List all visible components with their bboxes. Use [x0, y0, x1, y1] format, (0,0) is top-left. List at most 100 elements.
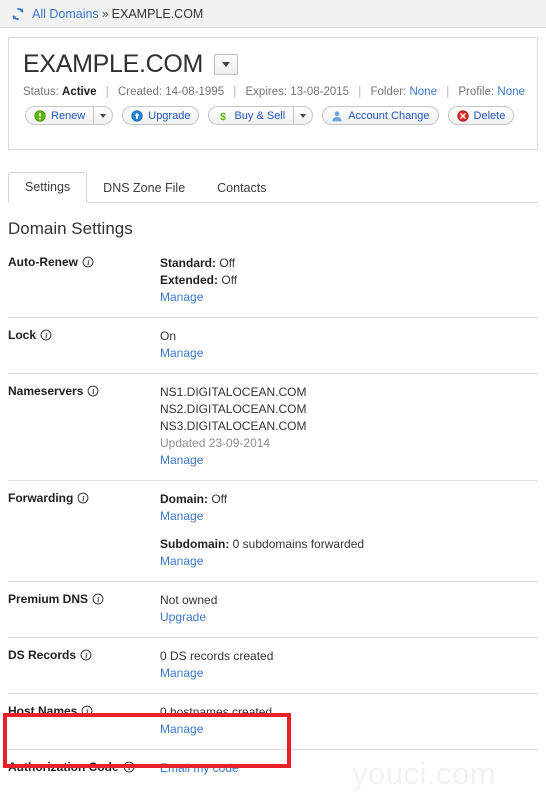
info-circle-icon[interactable]: i: [81, 705, 93, 717]
svg-text:i: i: [85, 651, 88, 660]
folder-value-link[interactable]: None: [409, 86, 437, 98]
ds-records-value: 0 DS records created: [160, 649, 274, 663]
row-premium-dns-label: Premium DNS: [8, 592, 89, 606]
status-badge: Active: [62, 86, 97, 98]
auto-renew-extended: Extended: Off: [160, 272, 538, 289]
row-nameservers-label: Nameservers: [8, 384, 84, 398]
svg-text:i: i: [97, 595, 100, 604]
row-ds-records-value-cell: 0 DS records created Manage: [160, 648, 538, 682]
buy-sell-dropdown-button[interactable]: [293, 106, 314, 125]
svg-text:i: i: [83, 494, 86, 503]
domain-action-buttons: Renew Upgrade $ Buy & Sell Account Chang…: [9, 98, 537, 125]
row-auto-renew-label-cell: Auto-Renew i: [8, 255, 160, 306]
premium-dns-value: Not owned: [160, 593, 218, 607]
row-forwarding-label: Forwarding: [8, 491, 74, 505]
row-ds-records-label: DS Records: [8, 648, 77, 662]
row-premium-dns: Premium DNS i Not owned Upgrade: [8, 582, 538, 638]
folder-label: Folder:: [370, 86, 407, 98]
created-value: 14-08-1995: [165, 86, 225, 98]
forwarding-spacer: [160, 525, 538, 536]
forwarding-domain-manage-link[interactable]: Manage: [160, 508, 538, 525]
row-forwarding-label-cell: Forwarding i: [8, 491, 160, 570]
renew-dropdown-button[interactable]: [93, 106, 114, 125]
row-forwarding: Forwarding i Domain: Off Manage Subdomai…: [8, 481, 538, 582]
row-authorization-code-label: Authorization Code: [8, 760, 119, 774]
breadcrumb: All Domains » EXAMPLE.COM: [0, 0, 546, 28]
section-title: Domain Settings: [8, 219, 133, 238]
delete-button-label: Delete: [473, 109, 506, 122]
buy-sell-button[interactable]: $ Buy & Sell: [208, 106, 294, 125]
row-nameservers: Nameservers i NS1.DIGITALOCEAN.COM NS2.D…: [8, 374, 538, 481]
info-circle-icon[interactable]: i: [40, 329, 52, 341]
tab-contacts[interactable]: Contacts: [201, 174, 282, 203]
buy-sell-button-group: $ Buy & Sell: [208, 106, 314, 125]
info-circle-icon[interactable]: i: [87, 385, 99, 397]
meta-pipe-4: |: [446, 86, 450, 98]
red-x-circle-icon: [456, 109, 469, 122]
row-lock-label: Lock: [8, 328, 37, 342]
meta-pipe-1: |: [105, 86, 109, 98]
buy-sell-button-label: Buy & Sell: [234, 109, 286, 122]
chevron-down-icon: [300, 113, 307, 118]
nameservers-manage-link[interactable]: Manage: [160, 452, 538, 469]
svg-text:i: i: [87, 258, 90, 267]
status-label: Status:: [23, 86, 59, 98]
green-exclamation-circle-icon: [34, 109, 46, 122]
auto-renew-standard: Standard: Off: [160, 255, 538, 272]
delete-button[interactable]: Delete: [447, 106, 515, 125]
renew-button[interactable]: Renew: [25, 106, 94, 125]
auto-renew-standard-value: Off: [219, 256, 236, 270]
chevron-down-icon: [100, 113, 107, 118]
domain-meta: Status: Active | Created: 14-08-1995 | E…: [9, 79, 537, 98]
row-ds-records-label-cell: DS Records i: [8, 648, 160, 682]
host-names-manage-link[interactable]: Manage: [160, 721, 538, 738]
row-forwarding-value-cell: Domain: Off Manage Subdomain: 0 subdomai…: [160, 491, 538, 570]
auto-renew-standard-label: Standard:: [160, 256, 217, 270]
tab-settings[interactable]: Settings: [8, 172, 88, 203]
lock-manage-link[interactable]: Manage: [160, 345, 538, 362]
account-change-button-label: Account Change: [348, 109, 430, 122]
svg-text:i: i: [93, 387, 96, 396]
row-lock: Lock i On Manage: [8, 318, 538, 374]
domain-header-card: EXAMPLE.COM Status: Active | Created: 14…: [8, 37, 538, 150]
auto-renew-manage-link[interactable]: Manage: [160, 289, 538, 306]
info-circle-icon[interactable]: i: [77, 492, 89, 504]
upgrade-button-label: Upgrade: [148, 109, 191, 122]
tab-contacts-label: Contacts: [217, 181, 267, 195]
row-host-names-label: Host Names: [8, 704, 78, 718]
premium-dns-upgrade-link[interactable]: Upgrade: [160, 609, 538, 626]
renew-button-label: Renew: [51, 109, 86, 122]
ds-records-manage-link[interactable]: Manage: [160, 665, 538, 682]
account-change-button[interactable]: Account Change: [322, 106, 439, 125]
profile-value-link[interactable]: None: [497, 86, 525, 98]
breadcrumb-link-all-domains[interactable]: All Domains: [32, 7, 99, 21]
page-title: EXAMPLE.COM: [23, 50, 204, 78]
nameserver-item: NS3.DIGITALOCEAN.COM: [160, 419, 307, 433]
tab-dns-zone-file[interactable]: DNS Zone File: [87, 174, 201, 203]
expires-label: Expires:: [245, 86, 288, 98]
upgrade-button[interactable]: Upgrade: [122, 106, 200, 125]
forwarding-domain: Domain: Off: [160, 491, 538, 508]
meta-pipe-3: |: [358, 86, 362, 98]
refresh-icon[interactable]: [11, 7, 25, 21]
host-names-value: 0 hostnames created: [160, 705, 273, 719]
profile-label: Profile:: [458, 86, 495, 98]
row-authorization-code-label-cell: Authorization Code i: [8, 760, 160, 777]
forwarding-subdomain-label: Subdomain:: [160, 537, 230, 551]
row-premium-dns-value-cell: Not owned Upgrade: [160, 592, 538, 626]
nameserver-item: NS1.DIGITALOCEAN.COM: [160, 385, 307, 399]
info-circle-icon[interactable]: i: [92, 593, 104, 605]
forwarding-domain-label: Domain:: [160, 492, 208, 506]
domain-dropdown-button[interactable]: [214, 54, 239, 75]
row-nameservers-label-cell: Nameservers i: [8, 384, 160, 469]
info-circle-icon[interactable]: i: [123, 761, 135, 773]
domain-title-row: EXAMPLE.COM: [9, 38, 537, 79]
info-circle-icon[interactable]: i: [82, 256, 94, 268]
user-icon: [332, 110, 342, 121]
info-circle-icon[interactable]: i: [80, 649, 92, 661]
forwarding-subdomain-manage-link[interactable]: Manage: [160, 553, 538, 570]
auto-renew-extended-value: Off: [221, 273, 238, 287]
svg-text:$: $: [221, 110, 227, 121]
row-premium-dns-label-cell: Premium DNS i: [8, 592, 160, 626]
forwarding-subdomain-value: 0 subdomains forwarded: [232, 537, 365, 551]
